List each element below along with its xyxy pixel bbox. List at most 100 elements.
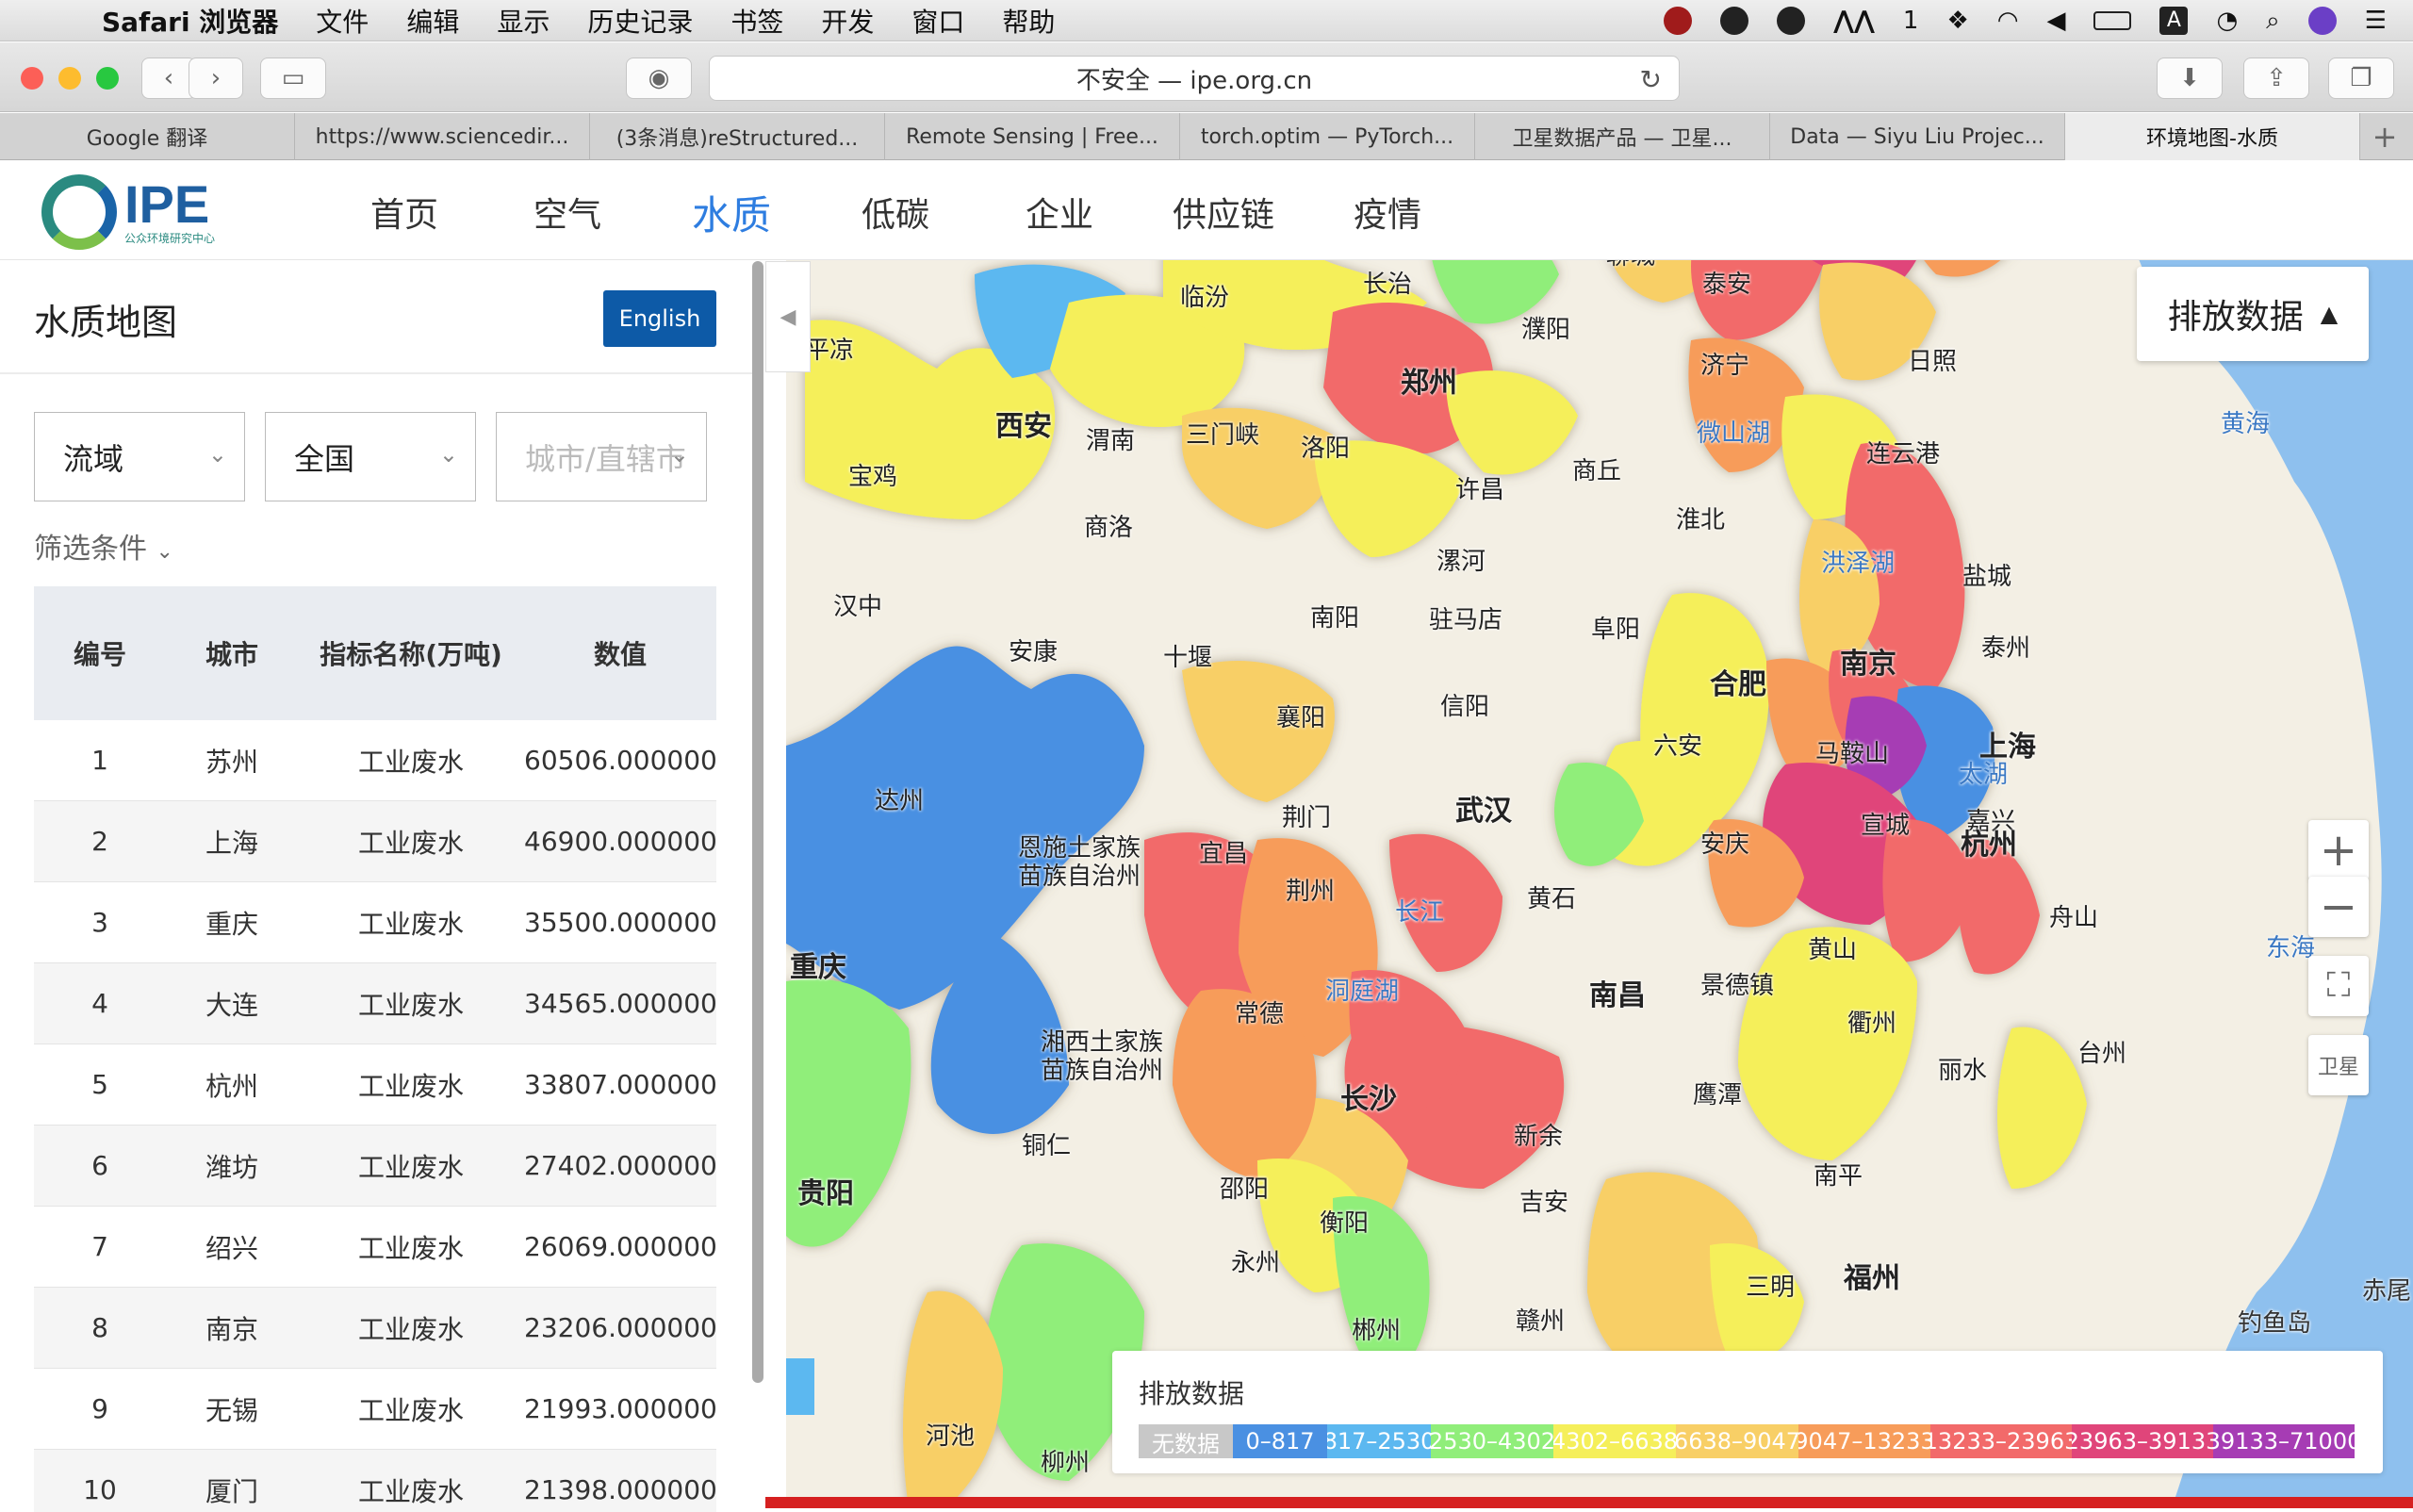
- panel-scrollbar[interactable]: [752, 261, 763, 1383]
- tab-water-map[interactable]: 环境地图-水质: [2065, 113, 2360, 160]
- legend-bin[interactable]: 817–2530: [1327, 1424, 1431, 1458]
- volume-icon[interactable]: ◀: [2046, 7, 2065, 35]
- nav-home[interactable]: 首页: [370, 188, 438, 237]
- col-header-indicator[interactable]: 指标名称(万吨): [298, 634, 524, 672]
- legend-bin[interactable]: 13233–23963: [1930, 1424, 2072, 1458]
- nav-supply-chain[interactable]: 供应链: [1173, 188, 1274, 237]
- tab-satellite-data[interactable]: 卫星数据产品 — 卫星...: [1475, 113, 1770, 160]
- legend-bin[interactable]: 2530–4302: [1431, 1424, 1553, 1458]
- tab-siyu-liu[interactable]: Data — Siyu Liu Projec...: [1770, 113, 2065, 160]
- input-source-icon[interactable]: A: [2159, 7, 2189, 35]
- col-header-id[interactable]: 编号: [34, 634, 166, 672]
- zoom-window-button[interactable]: [96, 67, 119, 90]
- table-row[interactable]: 10 厦门 工业废水 21398.000000: [34, 1450, 716, 1512]
- satellite-toggle[interactable]: 卫星: [2308, 1035, 2369, 1095]
- menu-history[interactable]: 历史记录: [587, 2, 693, 40]
- table-row[interactable]: 6 潍坊 工业废水 27402.000000: [34, 1126, 716, 1207]
- table-row[interactable]: 9 无锡 工业废水 21993.000000: [34, 1369, 716, 1450]
- english-button[interactable]: English: [603, 290, 716, 347]
- city-label: 汉中: [833, 593, 883, 621]
- nav-enterprise[interactable]: 企业: [1026, 188, 1093, 237]
- zoom-out-button[interactable]: −: [2308, 877, 2369, 937]
- reload-icon[interactable]: ↻: [1640, 64, 1662, 95]
- menu-file[interactable]: 文件: [316, 2, 369, 40]
- tab-bar: Google 翻译 https://www.sciencedir... (3条消…: [0, 113, 2413, 160]
- city-label: 永州: [1231, 1249, 1281, 1277]
- row-city: 无锡: [205, 1394, 258, 1426]
- legend-bin[interactable]: 0–817: [1233, 1424, 1327, 1458]
- col-header-city[interactable]: 城市: [166, 634, 298, 672]
- row-indicator: 工业废水: [357, 1313, 464, 1345]
- fullscreen-button[interactable]: ⛶: [2308, 956, 2369, 1016]
- menu-bookmarks[interactable]: 书签: [730, 2, 783, 40]
- menu-app-name[interactable]: Safari 浏览器: [102, 2, 278, 40]
- minimize-window-button[interactable]: [58, 67, 81, 90]
- ipe-logo[interactable]: IPE 公众环境研究中心: [41, 174, 215, 250]
- legend-bin[interactable]: 39133–71000: [2213, 1424, 2355, 1458]
- table-row[interactable]: 7 绍兴 工业废水 26069.000000: [34, 1207, 716, 1288]
- close-window-button[interactable]: [21, 67, 43, 90]
- legend-bin[interactable]: 6638–9047: [1676, 1424, 1798, 1458]
- shield-icon[interactable]: [1664, 7, 1693, 35]
- legend-bin[interactable]: 无数据: [1139, 1424, 1233, 1458]
- downloads-button[interactable]: ⬇: [2157, 58, 2223, 99]
- status-icons: ⋀⋀ 1 ❖ ◠ ◀ A ◔ ⌕ ☰: [1664, 0, 2387, 41]
- cursor-icon[interactable]: [1720, 7, 1749, 35]
- tab-remote-sensing[interactable]: Remote Sensing | Free...: [885, 113, 1180, 160]
- nav-air[interactable]: 空气: [533, 188, 601, 237]
- dropbox-icon[interactable]: ❖: [1946, 7, 1968, 35]
- emission-data-button[interactable]: 排放数据 ▲: [2137, 267, 2369, 361]
- tab-torch-optim[interactable]: torch.optim — PyTorch...: [1180, 113, 1475, 160]
- tab-overview-button[interactable]: ❐: [2328, 58, 2394, 99]
- table-row[interactable]: 8 南京 工业废水 23206.000000: [34, 1288, 716, 1369]
- nav-low-carbon[interactable]: 低碳: [862, 188, 929, 237]
- legend-bin[interactable]: 9047–13233: [1798, 1424, 1930, 1458]
- menu-view[interactable]: 显示: [497, 2, 550, 40]
- wechat-icon[interactable]: [1777, 7, 1806, 35]
- extension-button[interactable]: ◉: [626, 58, 692, 99]
- row-id: 9: [91, 1393, 108, 1424]
- table-row[interactable]: 5 杭州 工业废水 33807.000000: [34, 1044, 716, 1126]
- legend-bin[interactable]: 23963–39133: [2072, 1424, 2213, 1458]
- zoom-in-button[interactable]: +: [2308, 820, 2369, 880]
- nav-epidemic[interactable]: 疫情: [1354, 188, 1421, 237]
- filter-toggle[interactable]: 筛选条件 ⌄: [34, 525, 173, 567]
- table-row[interactable]: 3 重庆 工业废水 35500.000000: [34, 882, 716, 963]
- nav-water[interactable]: 水质: [692, 184, 771, 241]
- forward-button[interactable]: ›: [189, 58, 243, 99]
- sidebar-toggle-button[interactable]: ▭: [260, 58, 326, 99]
- menu-edit[interactable]: 编辑: [406, 2, 459, 40]
- new-tab-button[interactable]: +: [2360, 113, 2409, 160]
- notification-center-icon[interactable]: ☰: [2365, 7, 2387, 35]
- tab-restructured[interactable]: (3条消息)reStructured...: [590, 113, 885, 160]
- city-label: 湘西土家族苗族自治州: [1041, 1028, 1164, 1085]
- address-bar[interactable]: 不安全 — ipe.org.cn ↻: [709, 56, 1680, 101]
- clock-icon[interactable]: ◔: [2216, 7, 2238, 35]
- share-button[interactable]: ⇪: [2243, 58, 2309, 99]
- basin-select[interactable]: 流域 ⌄: [34, 412, 245, 501]
- col-header-value[interactable]: 数值: [524, 634, 716, 672]
- table-row[interactable]: 1 苏州 工业废水 60506.000000: [34, 720, 716, 801]
- menu-window[interactable]: 窗口: [911, 2, 964, 40]
- wifi-icon[interactable]: ◠: [1997, 7, 2019, 35]
- table-row[interactable]: 2 上海 工业废水 46900.000000: [34, 801, 716, 882]
- tab-sciencedirect[interactable]: https://www.sciencedir...: [295, 113, 590, 160]
- battery-icon[interactable]: [2093, 11, 2132, 30]
- menu-help[interactable]: 帮助: [1002, 2, 1055, 40]
- water-quality-map[interactable]: 济南 淄博 潍坊 邯郸 聊城 泰安 临汾 长治 濮阳 郑州 济宁 日照 平凉 西…: [786, 161, 2413, 1508]
- row-id: 10: [83, 1474, 117, 1505]
- row-value: 21398.000000: [524, 1474, 716, 1505]
- adobe-icon[interactable]: ⋀⋀: [1833, 7, 1875, 35]
- menu-develop[interactable]: 开发: [821, 2, 874, 40]
- legend-bin[interactable]: 4302–6638: [1553, 1424, 1676, 1458]
- row-indicator: 工业废水: [357, 908, 464, 940]
- tab-google-translate[interactable]: Google 翻译: [0, 113, 295, 160]
- collapse-panel-button[interactable]: ◀: [765, 261, 811, 372]
- table-row[interactable]: 4 大连 工业废水 34565.000000: [34, 963, 716, 1044]
- ipe-logo-icon: [41, 174, 117, 250]
- region-select[interactable]: 全国 ⌄: [265, 412, 476, 501]
- spotlight-icon[interactable]: ⌕: [2266, 7, 2280, 36]
- row-id: 6: [91, 1150, 108, 1181]
- siri-icon[interactable]: [2307, 7, 2337, 35]
- city-select[interactable]: 城市/直辖市 ⌄: [496, 412, 707, 501]
